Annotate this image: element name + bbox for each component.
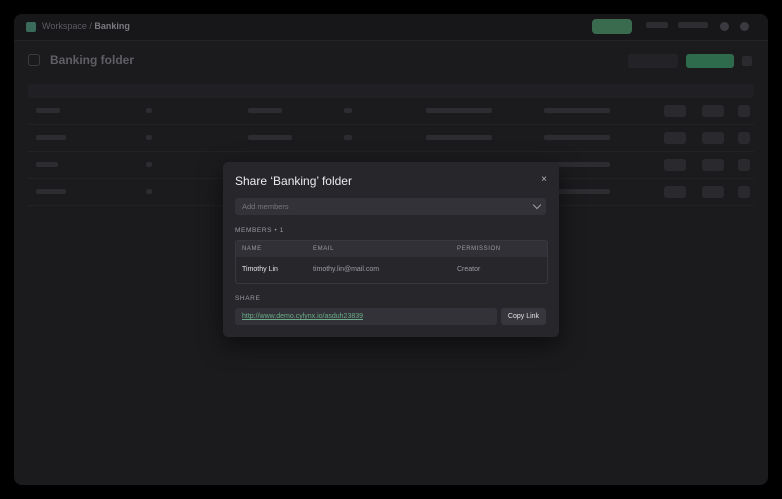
close-icon[interactable]: × (541, 175, 547, 185)
member-permission: Creator (457, 266, 481, 273)
share-link[interactable]: http://www.demo.cylynx.io/asduh23839 (242, 313, 363, 320)
add-members-select[interactable]: Add members (235, 198, 546, 215)
column-email: EMAIL (313, 246, 335, 252)
member-email: timothy.lin@mail.com (313, 266, 380, 273)
add-members-placeholder: Add members (242, 202, 289, 211)
members-label: MEMBERS • 1 (235, 227, 284, 234)
column-permission: PERMISSION (457, 246, 501, 252)
column-name: NAME (242, 246, 262, 252)
member-name: Timothy Lin (242, 266, 278, 273)
members-table-header: NAME EMAIL PERMISSION (236, 241, 547, 257)
copy-link-button[interactable]: Copy Link (501, 308, 546, 325)
share-folder-modal: Share ‘Banking’ folder × Add members MEM… (223, 162, 559, 337)
share-label: SHARE (235, 295, 261, 302)
chevron-down-icon (532, 200, 542, 210)
share-link-field[interactable]: http://www.demo.cylynx.io/asduh23839 (235, 308, 497, 325)
members-table: NAME EMAIL PERMISSION Timothy Lin timoth… (235, 240, 548, 284)
modal-title: Share ‘Banking’ folder (235, 174, 352, 188)
